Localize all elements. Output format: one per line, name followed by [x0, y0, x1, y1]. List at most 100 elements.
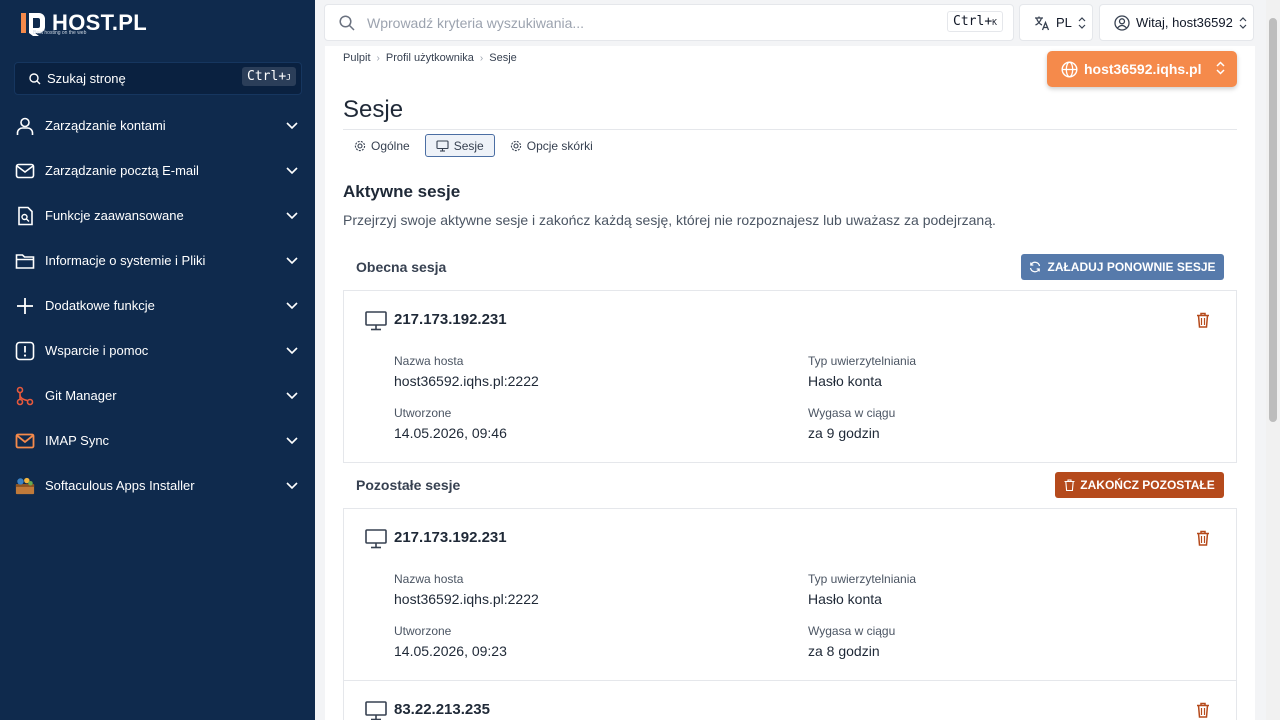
globe-icon — [1061, 60, 1078, 78]
tab-label: Sesje — [453, 138, 484, 153]
tab-label: Opcje skórki — [526, 138, 593, 153]
sidebar-item-label: Git Manager — [45, 388, 117, 403]
refresh-icon — [1030, 261, 1041, 273]
reload-sessions-label: ZAŁADUJ PONOWNIE SESJE — [1047, 260, 1216, 274]
mail-icon — [15, 161, 35, 181]
domain-selector[interactable]: host36592.iqhs.pl — [1047, 51, 1237, 87]
softaculous-icon — [15, 476, 35, 496]
sidebar-item-label: Zarządzanie pocztą E-mail — [45, 163, 199, 178]
chevron-down-icon — [286, 212, 298, 220]
session-card: 83.22.213.235 — [343, 680, 1237, 720]
end-other-sessions-button[interactable]: ZAKOŃCZ POZOSTAŁE — [1055, 472, 1224, 498]
auth-value: Hasło konta — [808, 591, 882, 607]
session-card: 217.173.192.231 Nazwa hosta host36592.iq… — [343, 508, 1237, 681]
chevron-down-icon — [286, 347, 298, 355]
host-value: host36592.iqhs.pl:2222 — [394, 591, 539, 607]
host-label: Nazwa hosta — [394, 572, 464, 586]
section-description: Przejrzyj swoje aktywne sesje i zakończ … — [343, 212, 996, 228]
chevron-right-icon: › — [376, 52, 380, 64]
trash-icon[interactable] — [1196, 312, 1210, 328]
chevron-down-icon — [286, 392, 298, 400]
monitor-icon — [365, 701, 387, 720]
breadcrumb-profile[interactable]: Profil użytkownika — [386, 52, 474, 64]
scrollbar[interactable] — [1266, 0, 1280, 720]
chevron-down-icon — [286, 257, 298, 265]
end-other-sessions-label: ZAKOŃCZ POZOSTAŁE — [1080, 478, 1215, 492]
breadcrumb-current: Sesje — [489, 52, 517, 64]
sidebar-item-git[interactable]: Git Manager — [0, 373, 315, 418]
sidebar-item-accounts[interactable]: Zarządzanie kontami — [0, 103, 315, 148]
current-session-heading: Obecna sesja — [356, 259, 447, 275]
advanced-icon — [15, 206, 35, 226]
host-value: host36592.iqhs.pl:2222 — [394, 373, 539, 389]
monitor-icon — [365, 529, 387, 549]
user-icon — [15, 116, 35, 136]
trash-icon — [1064, 479, 1075, 491]
language-selector[interactable]: PL — [1019, 4, 1093, 41]
imap-icon — [15, 431, 35, 451]
gear-icon — [510, 140, 521, 151]
sidebar-item-label: Funkcje zaawansowane — [45, 208, 184, 223]
created-label: Utworzone — [394, 406, 452, 420]
breadcrumb: Pulpit › Profil użytkownika › Sesje — [343, 52, 517, 64]
search-icon — [339, 14, 355, 31]
sidebar-item-system-files[interactable]: Informacje o systemie i Pliki — [0, 238, 315, 283]
sidebar-item-advanced[interactable]: Funkcje zaawansowane — [0, 193, 315, 238]
sidebar: HOST.PL Best hosting on the web Szukaj s… — [0, 0, 315, 720]
sidebar-item-email[interactable]: Zarządzanie pocztą E-mail — [0, 148, 315, 193]
page-title: Sesje — [343, 96, 404, 123]
expires-label: Wygasa w ciągu — [808, 624, 896, 638]
session-ip: 83.22.213.235 — [394, 701, 490, 718]
tabs: Ogólne Sesje Opcje skórki — [343, 134, 604, 157]
tab-sessions[interactable]: Sesje — [424, 134, 495, 157]
updown-icon — [1216, 61, 1225, 75]
translate-icon — [1035, 16, 1050, 30]
brand-tagline: Best hosting on the web — [33, 30, 87, 36]
tab-label: Ogólne — [371, 138, 410, 153]
divider — [343, 129, 1237, 130]
sidebar-item-support[interactable]: Wsparcie i pomoc — [0, 328, 315, 373]
language-value: PL — [1056, 15, 1072, 30]
section-title: Aktywne sesje — [343, 182, 461, 201]
sidebar-item-imap[interactable]: IMAP Sync — [0, 418, 315, 463]
auth-label: Typ uwierzytelniania — [808, 354, 917, 368]
session-card: 217.173.192.231 Nazwa hosta host36592.iq… — [343, 290, 1237, 463]
session-ip: 217.173.192.231 — [394, 311, 507, 328]
global-search-shortcut: Ctrl+K — [947, 11, 1003, 32]
sidebar-menu: Zarządzanie kontami Zarządzanie pocztą E… — [0, 103, 315, 508]
auth-value: Hasło konta — [808, 373, 882, 389]
sidebar-item-label: IMAP Sync — [45, 433, 110, 448]
user-menu[interactable]: Witaj, host36592 — [1099, 4, 1254, 41]
created-value: 14.05.2026, 09:46 — [394, 425, 507, 441]
sidebar-search[interactable]: Szukaj stronę Ctrl+J — [14, 62, 302, 95]
scrollbar-thumb[interactable] — [1269, 18, 1277, 422]
domain-selector-value: host36592.iqhs.pl — [1084, 61, 1202, 77]
other-sessions-heading: Pozostałe sesje — [356, 477, 461, 493]
folder-icon — [15, 251, 35, 271]
breadcrumb-home[interactable]: Pulpit — [343, 52, 371, 64]
main-content: Pulpit › Profil użytkownika › Sesje host… — [325, 46, 1255, 720]
gear-icon — [354, 140, 366, 151]
tab-general[interactable]: Ogólne — [343, 134, 421, 157]
expires-value: za 8 godzin — [808, 643, 880, 659]
chevron-down-icon — [286, 167, 298, 175]
sidebar-item-label: Informacje o systemie i Pliki — [45, 253, 206, 268]
sidebar-item-label: Softaculous Apps Installer — [45, 478, 195, 493]
trash-icon[interactable] — [1196, 530, 1210, 546]
sidebar-item-extra[interactable]: Dodatkowe funkcje — [0, 283, 315, 328]
updown-icon — [1239, 16, 1247, 29]
user-greeting: Witaj, host36592 — [1136, 15, 1233, 30]
tab-skin-options[interactable]: Opcje skórki — [499, 134, 604, 157]
global-search[interactable]: Ctrl+K — [324, 4, 1014, 41]
auth-label: Typ uwierzytelniania — [808, 572, 917, 586]
user-circle-icon — [1114, 14, 1130, 31]
sidebar-search-placeholder: Szukaj stronę — [47, 71, 126, 86]
sidebar-item-softaculous[interactable]: Softaculous Apps Installer — [0, 463, 315, 508]
global-search-input[interactable] — [367, 14, 907, 31]
monitor-icon — [365, 311, 387, 331]
chevron-right-icon: › — [479, 52, 484, 64]
trash-icon[interactable] — [1196, 702, 1210, 718]
updown-icon — [1078, 16, 1086, 29]
git-icon — [15, 386, 35, 406]
reload-sessions-button[interactable]: ZAŁADUJ PONOWNIE SESJE — [1021, 254, 1224, 280]
